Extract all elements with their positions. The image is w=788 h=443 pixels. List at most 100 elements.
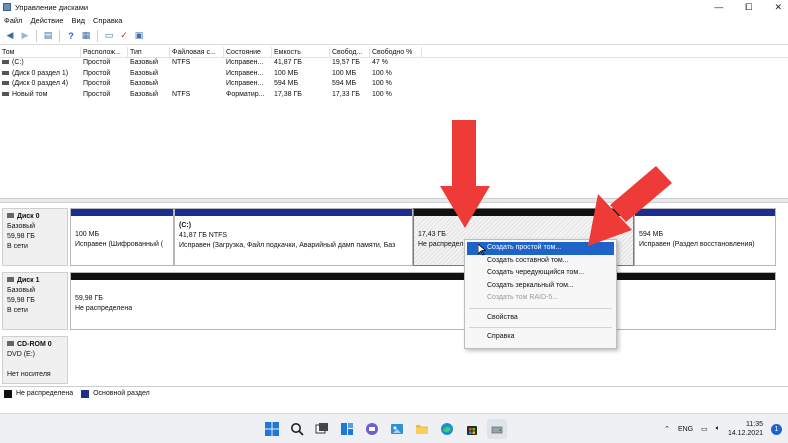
- forward-icon[interactable]: ▶: [19, 30, 31, 42]
- column-header-free[interactable]: Свобод...: [330, 47, 370, 57]
- pane-splitter[interactable]: [0, 198, 788, 203]
- column-header-capacity[interactable]: Емкость: [272, 47, 330, 57]
- disk-map: Диск 0 Базовый 59,98 ГБ В сети 100 МБ Ис…: [0, 204, 788, 384]
- language-indicator[interactable]: ENG: [678, 426, 693, 433]
- disk-size: 59,98 ГБ: [7, 233, 35, 240]
- menu-help[interactable]: Справка: [93, 16, 122, 25]
- title-bar: Управление дисками — ⧠ ✕: [0, 0, 788, 14]
- cell-free-percent: 100 %: [372, 90, 392, 98]
- partition-c[interactable]: (C:) 41,87 ГБ NTFS Исправен (Загрузка, Ф…: [174, 208, 413, 266]
- toolbar: ◀ ▶ ▤ ? ▦ ▭ ✓ ▣: [0, 27, 788, 45]
- windows-start-icon[interactable]: [262, 419, 282, 439]
- disk-row-0: Диск 0 Базовый 59,98 ГБ В сети 100 МБ Ис…: [2, 208, 776, 266]
- column-header-type[interactable]: Тип: [128, 47, 170, 57]
- disk-name: Диск 0: [17, 213, 40, 220]
- teams-chat-icon[interactable]: [362, 419, 382, 439]
- photos-icon[interactable]: [387, 419, 407, 439]
- toolbar-separator: [36, 29, 37, 42]
- back-icon[interactable]: ◀: [4, 30, 16, 42]
- store-icon[interactable]: [462, 419, 482, 439]
- window-title: Управление дисками: [15, 2, 89, 12]
- menu-view[interactable]: Вид: [71, 16, 85, 25]
- partition-status: Исправен (Загрузка, Файл подкачки, Авари…: [179, 242, 396, 249]
- cell-capacity: 17,38 ГБ: [274, 90, 302, 98]
- disk-row-1: Диск 1 Базовый 59,98 ГБ В сети 59,98 ГБ …: [2, 272, 776, 330]
- volume-icon[interactable]: 🔈︎: [716, 425, 720, 433]
- network-icon[interactable]: ▭: [701, 425, 708, 433]
- properties-icon[interactable]: ▦: [80, 30, 92, 42]
- legend: Не распределена Основной раздел: [0, 386, 788, 400]
- column-header-volume[interactable]: Том: [0, 47, 81, 57]
- menu-item-new-simple-volume[interactable]: Создать простой том...: [467, 242, 614, 255]
- refresh-icon[interactable]: ▭: [103, 30, 115, 42]
- cell-status: Форматир...: [226, 90, 265, 98]
- minimize-button[interactable]: —: [714, 2, 723, 12]
- table-row[interactable]: Новый том Простой Базовый NTFS Форматир.…: [0, 90, 788, 101]
- table-row[interactable]: (C:) Простой Базовый NTFS Исправен... 41…: [0, 58, 788, 69]
- disk-type: Базовый: [7, 223, 36, 230]
- file-explorer-icon[interactable]: [412, 419, 432, 439]
- menu-item-help[interactable]: Справка: [465, 331, 616, 344]
- menu-file[interactable]: Файл: [4, 16, 22, 25]
- column-header-filesystem[interactable]: Файловая с...: [170, 47, 224, 57]
- legend-unallocated-swatch: [4, 389, 12, 398]
- legend-unallocated: Не распределена: [16, 390, 74, 397]
- volume-icon: [2, 60, 9, 65]
- menu-item-new-raid5-volume: Создать том RAID-5...: [487, 294, 559, 301]
- partition-status: Исправен (Раздел восстановления): [639, 241, 755, 248]
- menu-item-new-striped-volume[interactable]: Создать чередующийся том...: [465, 267, 616, 280]
- menu-bar: Файл Действие Вид Справка: [0, 14, 788, 27]
- menu-item-properties[interactable]: Свойства: [465, 312, 616, 325]
- table-row[interactable]: (Диск 0 раздел 1) Простой Базовый Исправ…: [0, 69, 788, 80]
- partition-recovery-efi[interactable]: 100 МБ Исправен (Шифрованный (: [70, 208, 174, 266]
- edge-icon[interactable]: [437, 419, 457, 439]
- help-icon[interactable]: ?: [65, 30, 77, 42]
- disk-management-icon[interactable]: [487, 419, 507, 439]
- disk-status: В сети: [7, 243, 28, 250]
- cell-type: Базовый: [130, 90, 159, 98]
- column-header-status[interactable]: Состояние: [224, 47, 272, 57]
- task-view-icon[interactable]: [312, 419, 332, 439]
- notification-badge[interactable]: 1: [771, 423, 782, 435]
- widgets-icon[interactable]: [337, 419, 357, 439]
- cell-status: Исправен...: [226, 69, 264, 77]
- volume-icon: [2, 91, 9, 96]
- disk-0-label[interactable]: Диск 0 Базовый 59,98 ГБ В сети: [2, 208, 68, 266]
- chevron-up-icon[interactable]: ⌃: [664, 425, 670, 433]
- volume-list-icon[interactable]: ▤: [42, 30, 54, 42]
- menu-item-new-spanned-volume[interactable]: Создать составной том...: [465, 255, 616, 268]
- partition-size: 41,87 ГБ NTFS: [179, 232, 228, 239]
- clock-date: 14.12.2021: [727, 430, 763, 437]
- mouse-cursor-icon: [478, 244, 486, 256]
- volume-list: Том Располож... Тип Файловая с... Состоя…: [0, 47, 788, 197]
- legend-primary-swatch: [81, 389, 90, 398]
- disk-1-label[interactable]: Диск 1 Базовый 59,98 ГБ В сети: [2, 272, 68, 330]
- search-icon[interactable]: [287, 419, 307, 439]
- disk-icon: [7, 277, 14, 282]
- table-row[interactable]: (Диск 0 раздел 4) Простой Базовый Исправ…: [0, 79, 788, 90]
- maximize-button[interactable]: ⧠: [745, 2, 752, 13]
- cell-volume: (C:): [12, 59, 24, 66]
- menu-item-new-mirrored-volume[interactable]: Создать зеркальный том...: [465, 280, 616, 293]
- context-menu: Создать простой том... Создать составной…: [464, 239, 617, 349]
- column-header-free-percent[interactable]: Свободно %: [370, 47, 422, 57]
- taskbar: ⌃ ENG ▭ 🔈︎ 11:35 14.12.2021 1: [0, 413, 788, 443]
- menu-action[interactable]: Действие: [30, 16, 63, 25]
- cdrom-icon: [7, 341, 14, 346]
- cell-free: 17,33 ГБ: [332, 90, 360, 98]
- clock[interactable]: 11:35 14.12.2021: [728, 420, 763, 438]
- column-header-layout[interactable]: Располож...: [81, 47, 128, 57]
- disk-status: В сети: [7, 307, 28, 314]
- cdrom-row: CD-ROM 0 DVD (E:) Нет носителя: [2, 336, 776, 384]
- clock-time: 11:35: [746, 421, 763, 428]
- cell-filesystem: NTFS: [172, 90, 191, 98]
- cdrom-label[interactable]: CD-ROM 0 DVD (E:) Нет носителя: [2, 336, 68, 384]
- close-button[interactable]: ✕: [774, 2, 782, 13]
- disk-name: Диск 1: [17, 277, 40, 284]
- disk-view-icon[interactable]: ▣: [133, 30, 145, 42]
- partition-disk1-unallocated[interactable]: 59,98 ГБ Не распределена: [70, 272, 776, 330]
- partition-bar: [175, 209, 412, 216]
- disk-icon: [7, 213, 14, 218]
- partition-recovery[interactable]: 594 МБ Исправен (Раздел восстановления): [634, 208, 776, 266]
- checklist-icon[interactable]: ✓: [118, 30, 130, 42]
